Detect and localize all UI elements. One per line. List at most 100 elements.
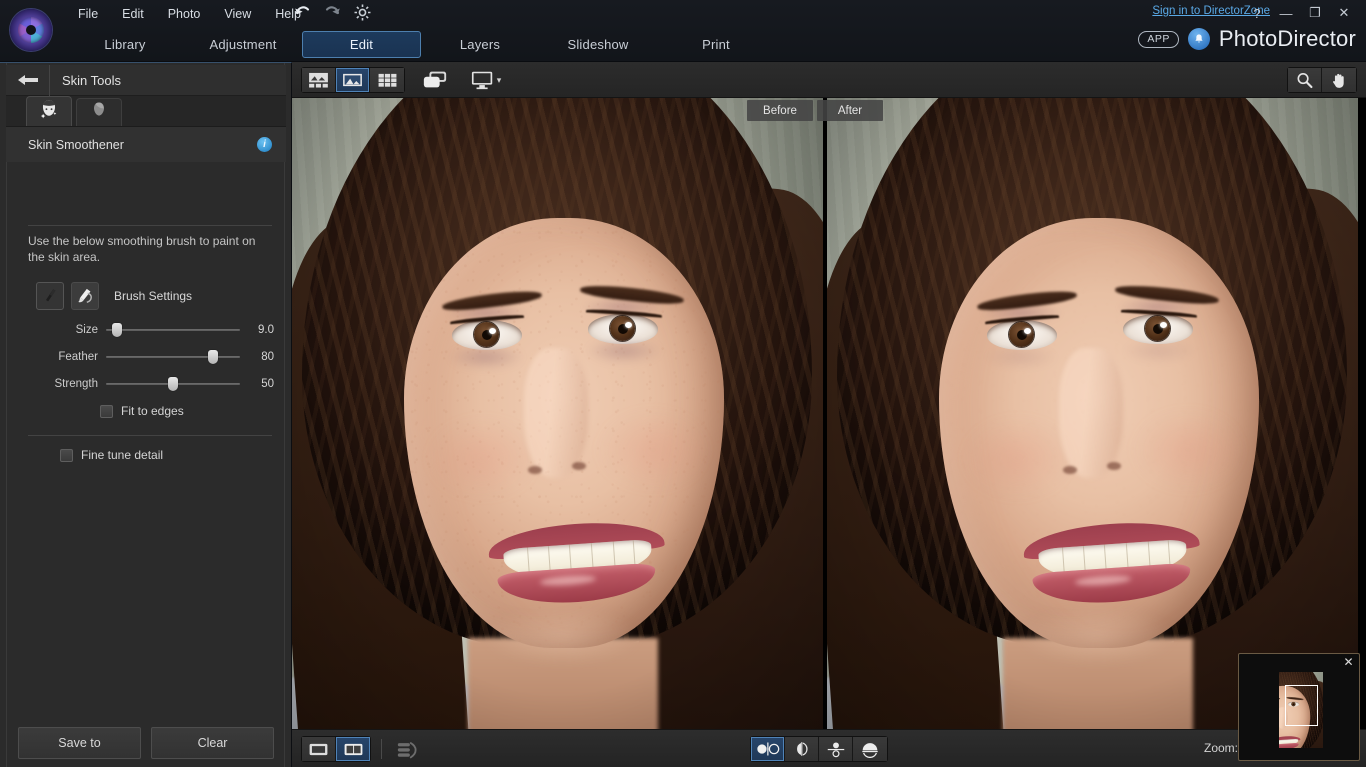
brush-settings-label: Brush Settings (114, 289, 192, 303)
compare-mode-group (750, 736, 888, 762)
photodirector-window: File Edit Photo View Help Sign in to Dir… (0, 0, 1366, 767)
checkbox-box[interactable] (100, 405, 113, 418)
slider-knob[interactable] (112, 323, 122, 337)
section-title: Skin Smoothener (28, 138, 124, 152)
after-label: After (817, 100, 883, 121)
layout-mode-group (301, 736, 371, 762)
panel-header: Skin Tools (6, 65, 286, 96)
slider-strength[interactable]: Strength 50 (28, 373, 274, 395)
divider-top (28, 225, 272, 226)
filmstrip-view-icon[interactable] (302, 68, 336, 92)
brush-row: Brush Settings (36, 282, 192, 310)
photo-stack-icon[interactable] (390, 737, 426, 763)
history-buttons (293, 3, 372, 22)
brush-stroke-icon[interactable] (36, 282, 64, 310)
panel-tab-row (6, 96, 286, 127)
skin-tools-panel: Skin Tools (0, 62, 292, 767)
slider-track[interactable] (106, 319, 240, 341)
clear-button[interactable]: Clear (151, 727, 274, 759)
back-arrow-icon[interactable] (6, 65, 50, 96)
viewer-toolbar: ▾ (292, 62, 1366, 98)
slider-label: Feather (28, 351, 106, 363)
split-pane-icon[interactable] (336, 737, 370, 761)
face-smoother-icon (38, 98, 60, 125)
section-header: Skin Smoothener i (6, 127, 286, 162)
undo-icon[interactable] (293, 4, 312, 21)
checkbox-label: Fine tune detail (81, 448, 163, 462)
zoom-pan-group (1287, 67, 1357, 93)
duplicate-window-icon[interactable] (417, 67, 453, 93)
menu-item-view[interactable]: View (212, 3, 263, 25)
tab-edit[interactable]: Edit (302, 31, 421, 58)
info-icon[interactable]: i (257, 137, 272, 152)
app-title: PhotoDirector (1219, 26, 1356, 52)
restore-button[interactable]: ❐ (1301, 2, 1329, 24)
slider-track[interactable] (106, 373, 240, 395)
image-canvas[interactable]: Before After (292, 98, 1366, 767)
redo-icon[interactable] (323, 4, 342, 21)
notification-bell-icon[interactable] (1188, 28, 1210, 50)
slider-knob[interactable] (208, 350, 218, 364)
single-photo-view-icon[interactable] (336, 68, 370, 92)
navigator-panel[interactable]: ✕ (1238, 653, 1360, 761)
tab-library[interactable]: Library (66, 28, 184, 61)
slider-knob[interactable] (168, 377, 178, 391)
menu-bar: File Edit Photo View Help (66, 0, 313, 28)
checkbox-label: Fit to edges (121, 404, 184, 418)
panel-title: Skin Tools (50, 73, 121, 88)
view-mode-group (301, 67, 405, 93)
window-controls: ? — ❐ ✕ (1243, 2, 1358, 24)
before-after-labels: Before After (747, 100, 883, 121)
gear-icon[interactable] (353, 3, 372, 22)
slider-value: 80 (240, 351, 274, 363)
blemish-removal-icon (89, 100, 109, 125)
second-monitor-icon[interactable]: ▾ (462, 67, 510, 93)
menu-item-edit[interactable]: Edit (110, 3, 156, 25)
photo-viewer: ▾ Before After (292, 62, 1366, 767)
branding: APP PhotoDirector (1138, 26, 1356, 52)
module-tabs: Library Adjustment Edit Layers Slideshow… (66, 28, 775, 61)
menu-item-file[interactable]: File (66, 3, 110, 25)
brush-settings-icon[interactable] (71, 282, 99, 310)
zoom-label: Zoom: (1204, 741, 1238, 755)
slider-value: 50 (240, 378, 274, 390)
slider-label: Size (28, 324, 106, 336)
minimize-button[interactable]: — (1272, 2, 1300, 24)
bottom-bar: Zoom: 33 % (292, 729, 1366, 767)
help-button[interactable]: ? (1243, 2, 1271, 24)
top-bottom-split-icon[interactable] (819, 737, 853, 761)
tab-skin-smoothener[interactable] (26, 96, 72, 126)
split-overlay-icon[interactable] (785, 737, 819, 761)
hand-icon[interactable] (1322, 68, 1356, 92)
checkbox-box[interactable] (60, 449, 73, 462)
slider-value: 9.0 (240, 324, 274, 336)
tab-blemish-removal[interactable] (76, 98, 122, 126)
slider-label: Strength (28, 378, 106, 390)
slider-feather[interactable]: Feather 80 (28, 346, 274, 368)
divider (381, 739, 382, 759)
checkbox-fit-to-edges[interactable]: Fit to edges (100, 404, 184, 418)
tab-slideshow[interactable]: Slideshow (539, 28, 657, 61)
slider-size[interactable]: Size 9.0 (28, 319, 274, 341)
side-by-side-icon[interactable] (751, 737, 785, 761)
panel-hint-text: Use the below smoothing brush to paint o… (28, 233, 268, 265)
slider-track[interactable] (106, 346, 240, 368)
close-icon[interactable]: ✕ (1342, 656, 1355, 669)
tab-layers[interactable]: Layers (421, 28, 539, 61)
close-button[interactable]: ✕ (1330, 2, 1358, 24)
menu-item-photo[interactable]: Photo (156, 3, 213, 25)
app-logo-icon (10, 9, 52, 51)
divider-bottom (28, 435, 272, 436)
tab-print[interactable]: Print (657, 28, 775, 61)
single-pane-icon[interactable] (302, 737, 336, 761)
panel-footer: Save to Clear (6, 727, 286, 759)
before-pane[interactable] (292, 98, 823, 767)
save-to-button[interactable]: Save to (18, 727, 141, 759)
grid-view-icon[interactable] (370, 68, 404, 92)
tab-adjustment[interactable]: Adjustment (184, 28, 302, 61)
checkbox-fine-tune-detail[interactable]: Fine tune detail (60, 448, 163, 462)
app-badge[interactable]: APP (1138, 31, 1179, 48)
navigator-viewport-rect[interactable] (1285, 685, 1318, 726)
magnifier-icon[interactable] (1288, 68, 1322, 92)
bottom-half-icon[interactable] (853, 737, 887, 761)
